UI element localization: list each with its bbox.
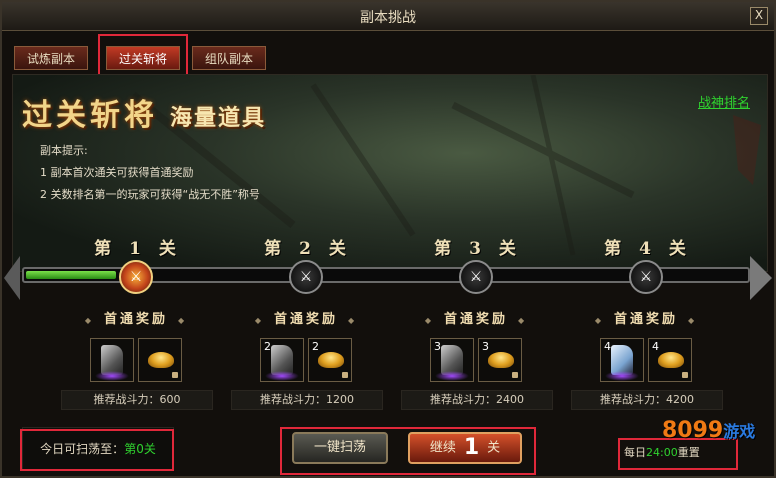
challenge-window: 副本挑战 X 试炼副本 过关斩将 组队副本 过关斩将 海量道具 战神排名 副本提示…	[0, 0, 776, 478]
stage-node-1-crossed-swords-icon[interactable]: ⚔	[119, 260, 153, 294]
banner-heading: 过关斩将 海量道具	[22, 90, 266, 134]
reward-title: 首通奖励	[51, 308, 221, 327]
stage-node-3-lock-icon[interactable]: ⚔	[459, 260, 493, 294]
tab-trial-dungeon[interactable]: 试炼副本	[14, 46, 88, 70]
heading-main: 过关斩将	[22, 98, 158, 133]
highlight-box-sweep-limit	[20, 429, 174, 471]
site-watermark-logo: 8099游戏	[662, 418, 756, 443]
reward-title: 首通奖励	[391, 308, 561, 327]
tips-title: 副本提示:	[40, 144, 88, 157]
stage-label-2: 第 2 关	[264, 239, 352, 259]
tip-line-1: 1 副本首次通关可获得首通奖励	[40, 166, 194, 179]
stage-label-3: 第 3 关	[434, 239, 522, 259]
stage-node-2-lock-icon[interactable]: ⚔	[289, 260, 323, 294]
highlight-box-tab	[98, 34, 188, 78]
window-title: 副本挑战	[360, 10, 416, 26]
reward-title: 首通奖励	[221, 308, 391, 327]
stage-label-1: 第 1 关	[94, 239, 182, 259]
tab-team-dungeon[interactable]: 组队副本	[192, 46, 266, 70]
scroll-right-arrow-icon[interactable]	[750, 256, 772, 300]
close-button[interactable]: X	[750, 7, 768, 25]
reward-item-gold-ingot-icon[interactable]: 2	[308, 338, 352, 382]
reward-item-gauntlet-icon[interactable]: 4	[600, 338, 644, 382]
war-god-ranking-link[interactable]: 战神排名	[698, 92, 750, 111]
stage-progress-fill	[26, 271, 116, 279]
title-bar: 副本挑战 X	[2, 2, 774, 31]
reward-panel-4: 首通奖励 4 4 推荐战斗力：4200	[561, 304, 731, 414]
recommended-power: 推荐战斗力：2400	[401, 390, 553, 410]
recommended-power: 推荐战斗力：4200	[571, 390, 723, 410]
reward-item-gauntlet-icon[interactable]: 2	[260, 338, 304, 382]
stage-label-4: 第 4 关	[604, 239, 692, 259]
highlight-box-buttons	[280, 427, 536, 475]
reward-panel-3: 首通奖励 3 3 推荐战斗力：2400	[391, 304, 561, 414]
reward-panel-2: 首通奖励 2 2 推荐战斗力：1200	[221, 304, 391, 414]
reward-item-gauntlet-icon[interactable]: 3	[430, 338, 474, 382]
stage-node-4-lock-icon[interactable]: ⚔	[629, 260, 663, 294]
dungeon-tips: 副本提示: 1 副本首次通关可获得首通奖励 2 关数排名第一的玩家可获得“战无不…	[40, 140, 260, 206]
recommended-power: 推荐战斗力：600	[61, 390, 213, 410]
reward-item-gold-ingot-icon[interactable]	[138, 338, 182, 382]
recommended-power: 推荐战斗力：1200	[231, 390, 383, 410]
reward-title: 首通奖励	[561, 308, 731, 327]
tip-line-2: 2 关数排名第一的玩家可获得“战无不胜”称号	[40, 188, 260, 201]
scroll-left-arrow-icon[interactable]	[4, 256, 20, 300]
reward-panel-1: 首通奖励 推荐战斗力：600	[51, 304, 221, 414]
reward-item-gold-ingot-icon[interactable]: 3	[478, 338, 522, 382]
reward-item-gold-ingot-icon[interactable]: 4	[648, 338, 692, 382]
reward-item-gauntlet-icon[interactable]	[90, 338, 134, 382]
heading-sub: 海量道具	[170, 105, 267, 131]
